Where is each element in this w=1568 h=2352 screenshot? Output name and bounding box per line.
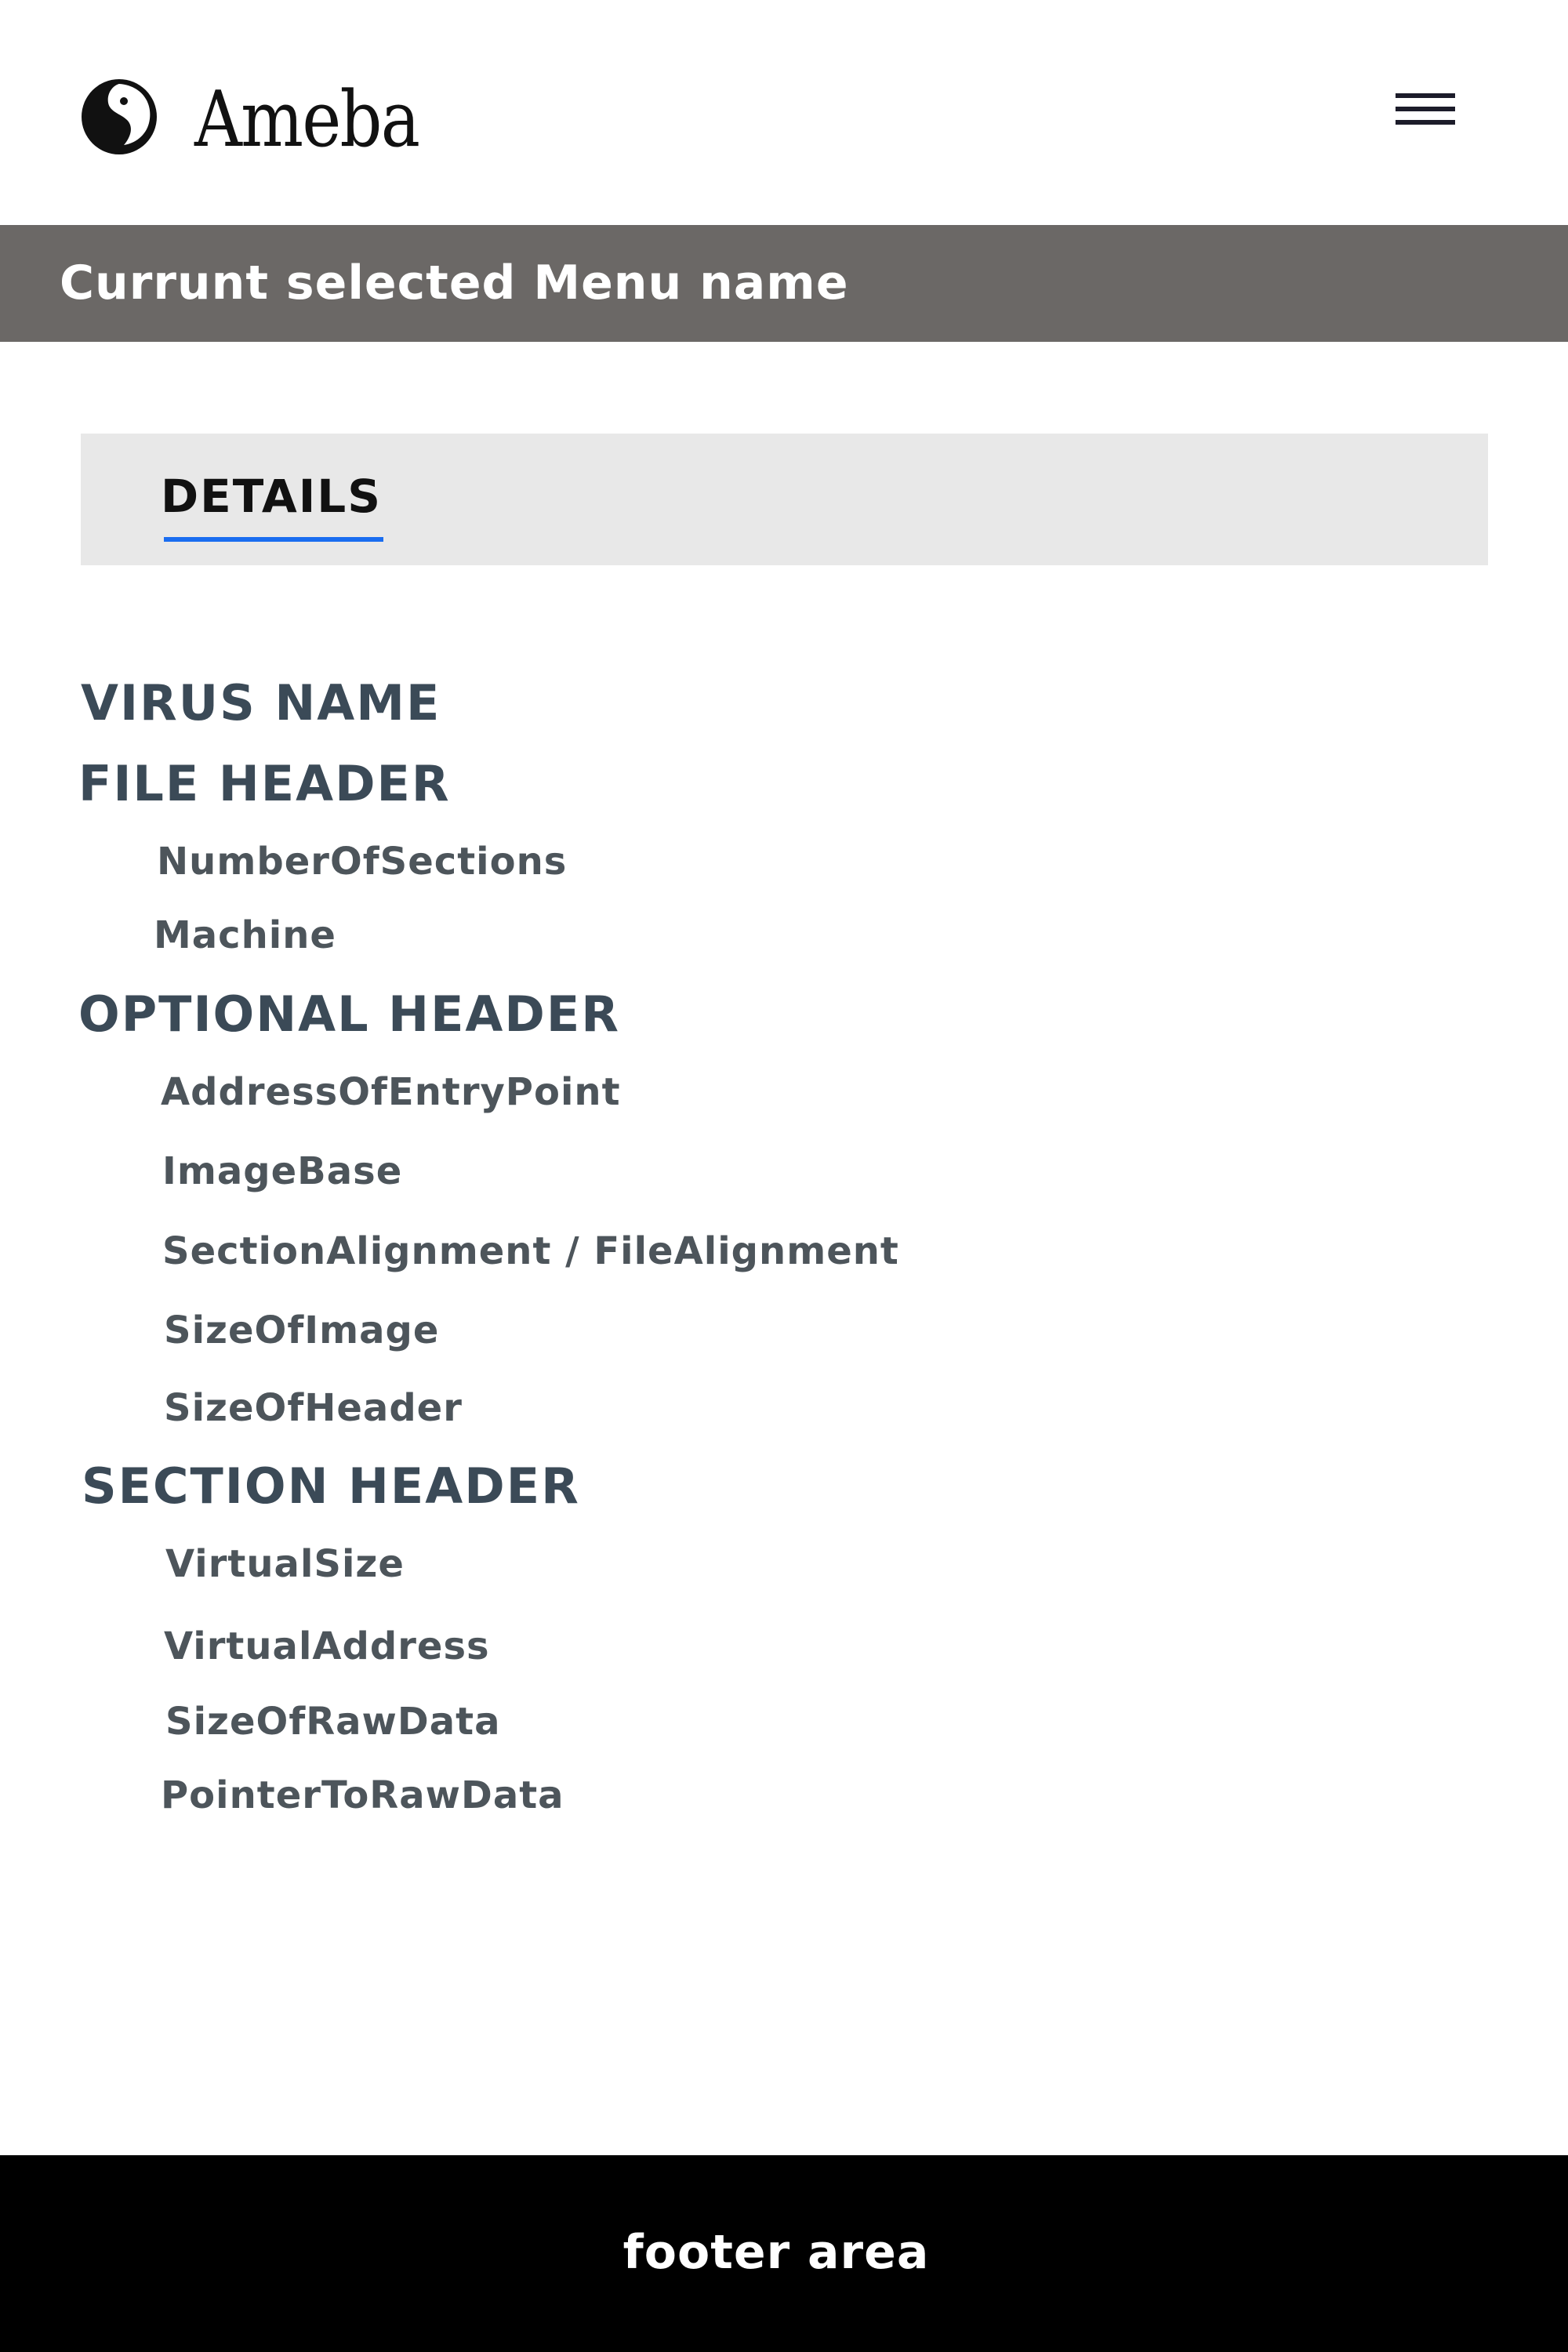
home-logo-link[interactable]: Ameba (80, 74, 456, 160)
footer-text: footer area (622, 2225, 930, 2280)
section-virus-name[interactable]: VIRUS NAME (81, 675, 441, 731)
app-footer: footer area (0, 2155, 1568, 2352)
field-virtual-address[interactable]: VirtualAddress (164, 1624, 490, 1669)
field-size-of-image[interactable]: SizeOfImage (164, 1308, 439, 1353)
field-machine[interactable]: Machine (154, 913, 336, 958)
field-virtual-size[interactable]: VirtualSize (165, 1541, 405, 1587)
menu-button[interactable] (1396, 82, 1469, 136)
tab-active-underline (164, 537, 383, 542)
section-file-header[interactable]: FILE HEADER (78, 756, 451, 812)
field-section-alignment[interactable]: SectionAlignment / FileAlignment (162, 1229, 899, 1274)
ameba-logo-icon (82, 79, 157, 154)
selected-menu-title: Currunt selected Menu name (60, 256, 849, 310)
section-section-header[interactable]: SECTION HEADER (82, 1458, 580, 1515)
field-size-of-raw-data[interactable]: SizeOfRawData (165, 1699, 500, 1744)
logo-text: Ameba (194, 75, 420, 165)
tab-bar: DETAILS (81, 434, 1488, 565)
section-optional-header[interactable]: OPTIONAL HEADER (78, 986, 620, 1043)
field-address-of-entry-point[interactable]: AddressOfEntryPoint (161, 1069, 621, 1115)
selected-menu-bar: Currunt selected Menu name (0, 225, 1568, 342)
field-image-base[interactable]: ImageBase (162, 1149, 402, 1194)
field-size-of-header[interactable]: SizeOfHeader (164, 1385, 463, 1431)
app-header: Ameba (0, 0, 1568, 225)
tab-details[interactable]: DETAILS (161, 471, 382, 521)
hamburger-menu-icon (1396, 93, 1455, 125)
field-number-of-sections[interactable]: NumberOfSections (157, 839, 567, 884)
field-pointer-to-raw-data[interactable]: PointerToRawData (161, 1773, 564, 1818)
